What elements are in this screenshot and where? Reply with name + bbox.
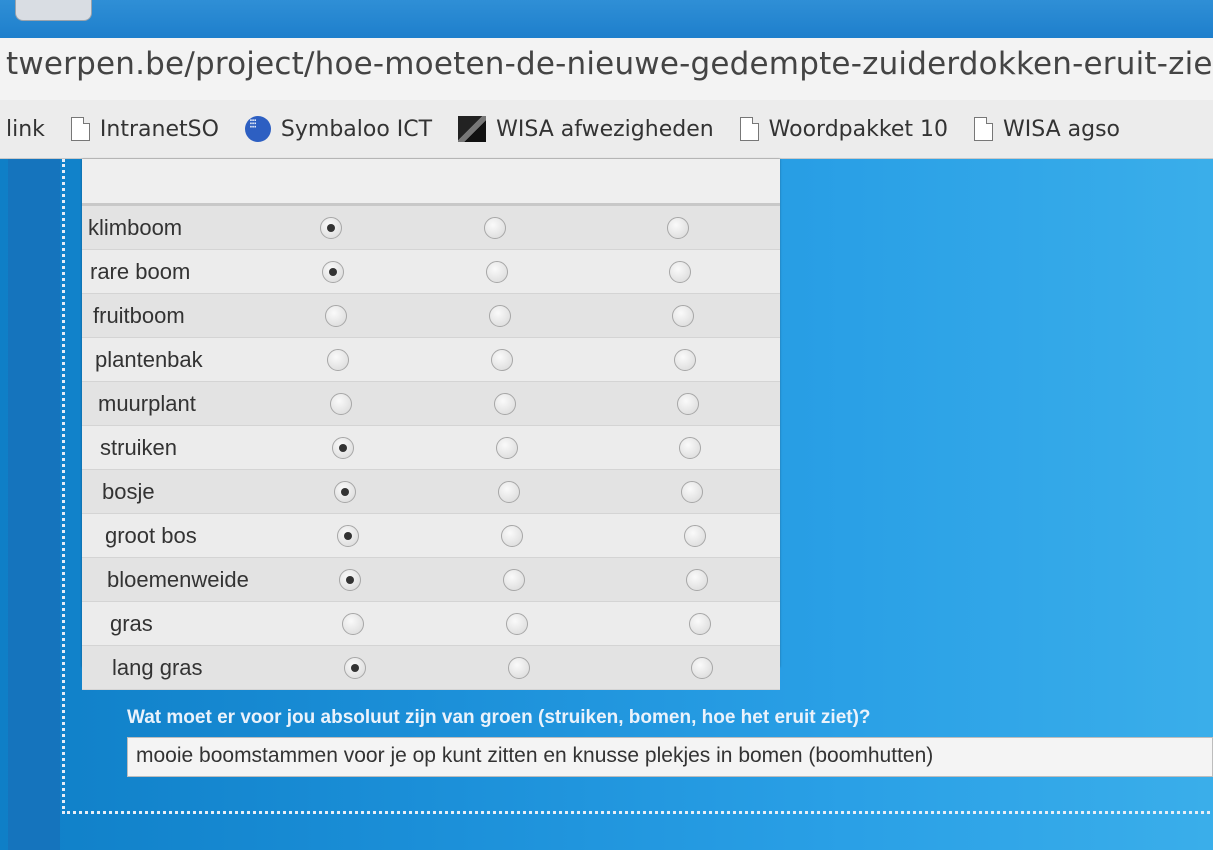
radio-option-1[interactable] [320,217,342,239]
matrix-row: plantenbak [82,338,780,382]
radio-option-1[interactable] [342,613,364,635]
survey-matrix: klimboom rare boom fruitboom plantenbak muur… [82,159,780,690]
wisa-icon [458,116,487,142]
matrix-row: lang gras [82,646,780,690]
radio-option-1[interactable] [330,393,352,415]
radio-option-3[interactable] [691,657,713,679]
radio-option-3[interactable] [686,569,708,591]
bookmark-label: WISA afwezigheden [496,116,714,142]
address-bar[interactable]: twerpen.be/project/hoe-moeten-de-nieuwe-… [0,38,1213,101]
radio-option-3[interactable] [669,261,691,283]
row-label: klimboom [88,214,183,240]
bookmark-label: IntranetSO [99,116,219,142]
radio-option-3[interactable] [674,349,696,371]
question-label: Wat moet er voor jou absoluut zijn van g… [127,707,871,728]
radio-option-2[interactable] [506,613,528,635]
bookmark-symbaloo-ict[interactable]: Symbaloo ICT [244,116,433,142]
symbaloo-icon [244,116,271,142]
radio-option-1[interactable] [332,437,354,459]
url-text[interactable]: twerpen.be/project/hoe-moeten-de-nieuwe-… [6,46,1213,82]
file-icon [70,117,90,141]
bookmark-label: WISA agso [1002,116,1121,142]
matrix-row: struiken [82,426,780,470]
row-label: groot bos [105,522,197,548]
matrix-row: fruitboom [82,294,780,338]
radio-option-2[interactable] [503,569,525,591]
matrix-row: gras [82,602,780,646]
matrix-row: klimboom [82,206,780,250]
radio-option-1[interactable] [325,305,347,327]
matrix-row: bosje [82,470,780,514]
row-label: fruitboom [93,302,185,328]
row-label: plantenbak [95,346,203,372]
radio-option-3[interactable] [672,305,694,327]
file-icon [739,117,759,141]
radio-option-2[interactable] [508,657,530,679]
bookmark-label: link [6,116,45,142]
row-label: bosje [102,478,155,504]
matrix-row: bloemenweide [82,558,780,602]
radio-option-3[interactable] [689,613,711,635]
browser-tab-strip [0,0,1213,38]
row-label: lang gras [112,654,203,680]
left-sidebar-strip [8,159,60,850]
radio-option-2[interactable] [484,217,506,239]
radio-option-1[interactable] [327,349,349,371]
radio-option-1[interactable] [337,525,359,547]
radio-option-3[interactable] [667,217,689,239]
radio-option-3[interactable] [679,437,701,459]
radio-option-3[interactable] [684,525,706,547]
radio-option-2[interactable] [489,305,511,327]
page-content: klimboom rare boom fruitboom plantenbak muur… [0,159,1213,850]
matrix-rows: klimboom rare boom fruitboom plantenbak muur… [82,206,780,690]
file-icon [973,117,993,141]
radio-option-2[interactable] [494,393,516,415]
radio-option-2[interactable] [501,525,523,547]
row-label: bloemenweide [107,566,249,592]
row-label: struiken [100,434,178,460]
browser-tab[interactable] [15,0,92,21]
radio-option-1[interactable] [339,569,361,591]
radio-option-3[interactable] [677,393,699,415]
bookmark-wisa-agso[interactable]: WISA agso [973,116,1121,142]
bookmark-wisa-afwezigheden[interactable]: WISA afwezigheden [458,116,714,142]
bookmark-intranetso[interactable]: IntranetSO [70,116,219,142]
bookmark-label: Symbaloo ICT [280,116,433,142]
radio-option-2[interactable] [496,437,518,459]
radio-option-2[interactable] [486,261,508,283]
bookmarks-bar: link IntranetSO Symbaloo ICT WISA afwezi… [0,100,1213,159]
answer-input[interactable]: mooie boomstammen voor je op kunt zitten… [127,737,1213,777]
bookmark-label: Woordpakket 10 [768,116,948,142]
radio-option-2[interactable] [491,349,513,371]
radio-option-1[interactable] [334,481,356,503]
matrix-row: muurplant [82,382,780,426]
radio-option-1[interactable] [322,261,344,283]
row-label: rare boom [90,258,191,284]
row-label: gras [110,610,153,636]
matrix-row: rare boom [82,250,780,294]
bookmark-link[interactable]: link [6,117,45,142]
radio-option-1[interactable] [344,657,366,679]
bookmark-woordpakket-10[interactable]: Woordpakket 10 [739,116,948,142]
radio-option-2[interactable] [498,481,520,503]
matrix-row: groot bos [82,514,780,558]
row-label: muurplant [98,390,196,416]
matrix-header [82,159,780,206]
radio-option-3[interactable] [681,481,703,503]
